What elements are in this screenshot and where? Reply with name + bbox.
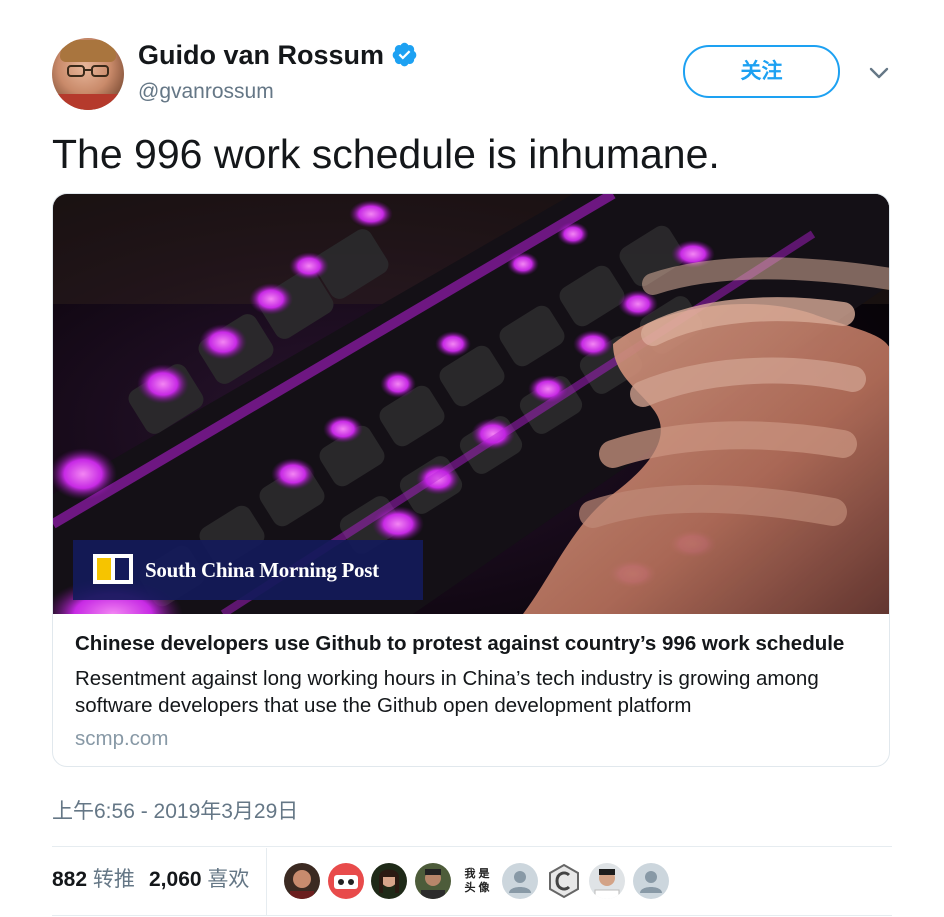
liker-avatar-c-logo[interactable] xyxy=(546,863,582,899)
liker-avatar-default[interactable] xyxy=(633,863,669,899)
liker-avatar-text-line1: 我 是 xyxy=(464,868,490,880)
card-domain: scmp.com xyxy=(75,727,169,750)
retweets-label: 转推 xyxy=(92,868,135,891)
stats-divider-top xyxy=(52,846,892,847)
likes-count: 2,060 xyxy=(149,868,202,891)
verified-badge-icon xyxy=(392,42,417,67)
stats-separator xyxy=(266,848,267,916)
liker-avatar[interactable] xyxy=(371,863,407,899)
retweets-count: 882 xyxy=(52,868,88,891)
liker-avatar[interactable] xyxy=(589,863,625,899)
link-card[interactable]: South China Morning Post Chinese develop… xyxy=(52,193,890,767)
retweets-stat[interactable]: 882 转推 xyxy=(52,866,135,894)
liker-avatar[interactable] xyxy=(328,863,364,899)
author-handle[interactable]: @gvanrossum xyxy=(138,79,274,105)
card-image-logo-text: South China Morning Post xyxy=(145,558,379,582)
avatar-hair xyxy=(60,40,116,62)
likes-label: 喜欢 xyxy=(207,868,250,891)
liker-avatar[interactable] xyxy=(415,863,451,899)
tweet-timestamp[interactable]: 上午6:56 - 2019年3月29日 xyxy=(52,799,298,825)
card-title[interactable]: Chinese developers use Github to protest… xyxy=(75,631,875,657)
stats-divider-bottom xyxy=(52,915,892,916)
avatar-shirt xyxy=(52,94,124,110)
author-name[interactable]: Guido van Rossum xyxy=(138,38,384,72)
tweet-stats: 882 转推 2,060 喜欢 我 是 头 像 xyxy=(52,848,892,916)
tweet-text: The 996 work schedule is inhumane. xyxy=(52,131,720,177)
liker-avatar-text[interactable]: 我 是 头 像 xyxy=(459,867,495,897)
author-avatar[interactable] xyxy=(52,38,124,110)
liker-avatar-default[interactable] xyxy=(502,863,538,899)
follow-button[interactable]: 关注 xyxy=(683,45,840,98)
chevron-down-icon[interactable] xyxy=(866,62,892,84)
card-image-keyboard xyxy=(53,194,889,614)
card-description: Resentment against long working hours in… xyxy=(75,667,819,717)
liker-avatar-text-line2: 头 像 xyxy=(464,882,490,894)
tweet: Guido van Rossum @gvanrossum 关注 The 996 … xyxy=(0,0,944,917)
likes-stat[interactable]: 2,060 喜欢 xyxy=(149,866,249,894)
avatar-glasses xyxy=(67,65,109,77)
liker-avatar[interactable] xyxy=(284,863,320,899)
